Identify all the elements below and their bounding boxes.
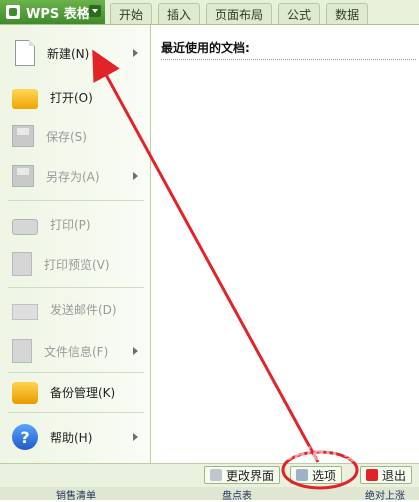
exit-label: 退出 [382, 468, 407, 483]
menu-separator [8, 412, 144, 413]
new-document-icon [15, 40, 35, 66]
submenu-arrow-icon [133, 49, 138, 57]
menu-item-print-preview[interactable]: 打印预览(V) [0, 248, 150, 280]
options-button[interactable]: 选项 [290, 466, 343, 484]
tab-data[interactable]: 数据 [326, 3, 369, 24]
mail-icon [12, 304, 38, 320]
top-bar: WPS 表格 开始 插入 页面布局 公式 数据 [0, 0, 419, 25]
recent-divider [161, 59, 416, 60]
menu-item-label: 打印(P) [50, 217, 91, 232]
ribbon-tabs: 开始 插入 页面布局 公式 数据 [110, 3, 419, 24]
menu-item-save-as[interactable]: 另存为(A) [0, 160, 150, 192]
menu-item-label: 新建(N) [47, 46, 90, 61]
options-label: 选项 [312, 468, 337, 483]
recent-documents-title: 最近使用的文档: [161, 41, 250, 55]
change-ui-button[interactable]: 更改界面 [204, 466, 281, 484]
menu-item-label: 备份管理(K) [50, 385, 116, 400]
sheet-strip: 销售清单 盘点表 绝对上涨 [0, 487, 419, 502]
shirt-icon [210, 469, 222, 481]
printer-icon [12, 219, 38, 235]
submenu-arrow-icon [133, 172, 138, 180]
submenu-arrow-icon [133, 433, 138, 441]
menu-item-label: 打开(O) [50, 90, 93, 105]
exit-icon [366, 469, 378, 481]
menu-item-label: 帮助(H) [50, 430, 93, 445]
menu-item-label: 另存为(A) [46, 169, 100, 184]
menu-item-backup[interactable]: 备份管理(K) [0, 376, 150, 408]
menu-item-send-mail[interactable]: 发送邮件(D) [0, 293, 150, 325]
submenu-arrow-icon [133, 347, 138, 355]
menu-item-help[interactable]: ? 帮助(H) [0, 421, 150, 453]
tab-formulas[interactable]: 公式 [278, 3, 321, 24]
menu-separator [8, 372, 144, 373]
menu-item-open[interactable]: 打开(O) [0, 81, 150, 113]
folder-open-icon [12, 89, 38, 109]
menu-item-file-info[interactable]: 文件信息(F) [0, 335, 150, 367]
menu-bottom-bar: 更改界面 选项 退出 [0, 463, 419, 487]
menu-item-label: 打印预览(V) [44, 257, 110, 272]
menu-separator [8, 287, 144, 288]
tab-home[interactable]: 开始 [110, 3, 153, 24]
menu-item-save[interactable]: 保存(S) [0, 120, 150, 152]
exit-button[interactable]: 退出 [360, 466, 413, 484]
tab-page-layout[interactable]: 页面布局 [206, 3, 273, 24]
recent-documents-panel: 最近使用的文档: [151, 25, 419, 463]
print-preview-icon [12, 252, 32, 276]
menu-item-new[interactable]: 新建(N) [0, 37, 150, 69]
menu-separator [8, 200, 144, 201]
file-menu: 新建(N) 打开(O) 保存(S) 另存为(A) 打印(P) 打印预览(V) 发… [0, 25, 151, 463]
baidu-watermark: Baidu 经验 [280, 444, 381, 465]
app-menu-label: WPS 表格 [26, 6, 90, 22]
menu-item-label: 保存(S) [46, 129, 87, 144]
menu-item-print[interactable]: 打印(P) [0, 208, 150, 240]
wps-app-menu-button[interactable]: WPS 表格 [0, 0, 105, 24]
options-icon [296, 469, 308, 481]
save-as-icon [12, 165, 34, 187]
menu-item-label: 发送邮件(D) [50, 302, 117, 317]
file-info-icon [12, 339, 32, 363]
app-menu-caret-icon [89, 5, 101, 17]
help-icon: ? [12, 424, 38, 450]
backup-icon [12, 382, 38, 404]
save-disk-icon [12, 125, 34, 147]
menu-item-label: 文件信息(F) [44, 344, 109, 359]
wps-logo-icon [6, 5, 20, 19]
change-ui-label: 更改界面 [226, 468, 275, 483]
tab-insert[interactable]: 插入 [158, 3, 201, 24]
